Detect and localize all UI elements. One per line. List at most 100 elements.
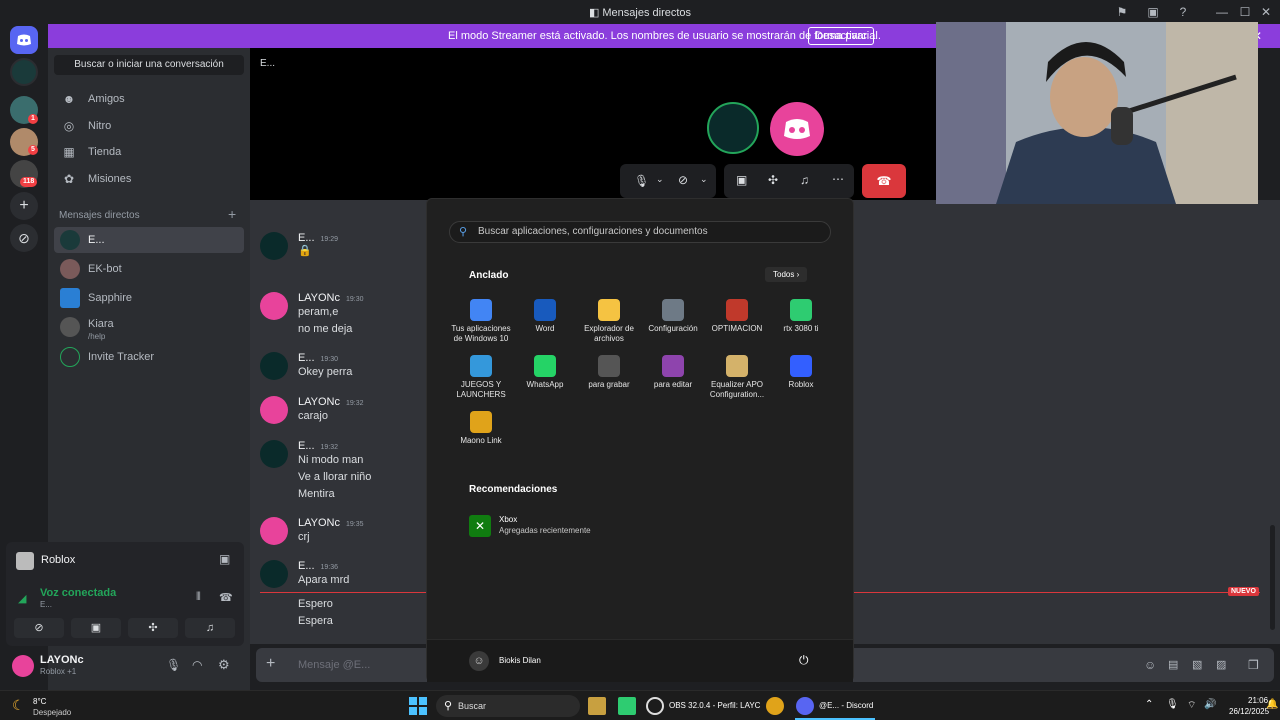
headphones-icon[interactable]: ◠: [192, 658, 202, 672]
dm-item[interactable]: Sapphire: [54, 285, 244, 311]
soundboard-icon[interactable]: ♫: [800, 173, 809, 187]
user-panel: LAYONc Roblox +1 🎙 ◠ ⚙: [6, 650, 244, 682]
hang-up-button[interactable]: ☎: [862, 164, 906, 198]
pinned-app[interactable]: Roblox: [769, 355, 833, 390]
inbox-icon[interactable]: ⚑: [1114, 4, 1130, 20]
clock-date[interactable]: 26/12/2025: [1229, 707, 1269, 716]
pinned-app[interactable]: rtx 3080 ti: [769, 299, 833, 334]
pinned-app[interactable]: OPTIMACION: [705, 299, 769, 334]
home-button[interactable]: [10, 26, 38, 54]
noise-suppression-icon[interactable]: ⦀: [196, 591, 201, 604]
app-icon[interactable]: [588, 697, 606, 715]
recommended-item[interactable]: ✕ Xbox Agregadas recientemente: [469, 514, 669, 538]
microphone-icon[interactable]: 🎙: [634, 174, 649, 188]
server-avatar[interactable]: [10, 58, 38, 86]
avatar[interactable]: [12, 655, 34, 677]
power-icon[interactable]: ⏻: [799, 653, 809, 668]
minimize-button[interactable]: —: [1214, 4, 1230, 20]
chevron-down-icon[interactable]: ⌄: [656, 174, 664, 185]
chevron-up-icon[interactable]: ⌃: [1145, 699, 1153, 710]
share-screen-icon[interactable]: ▣: [736, 173, 747, 187]
wifi-icon[interactable]: ⌔: [1187, 699, 1196, 712]
avatar[interactable]: [260, 517, 288, 545]
pinned-app[interactable]: Equalizer APO Configuration...: [705, 355, 769, 400]
volume-icon[interactable]: 🔊: [1204, 699, 1216, 710]
avatar[interactable]: [260, 352, 288, 380]
nav-quests[interactable]: ✿ Misiones: [54, 167, 244, 191]
nav-nitro[interactable]: ◎ Nitro: [54, 114, 244, 138]
microphone-icon[interactable]: 🎙: [1166, 699, 1179, 710]
activities-button[interactable]: ✣: [128, 618, 178, 638]
app-label: Word: [535, 324, 555, 333]
start-user-name[interactable]: Biokis Dilan: [499, 656, 541, 665]
weather-moon-icon[interactable]: ☾: [12, 697, 25, 714]
chevron-down-icon[interactable]: ⌄: [700, 174, 708, 185]
scrollbar[interactable]: [1270, 525, 1275, 630]
camera-off-button[interactable]: ⊘: [14, 618, 64, 638]
gif-icon[interactable]: ▤: [1168, 658, 1178, 671]
settings-gear-icon[interactable]: ⚙: [218, 657, 230, 673]
dm-item[interactable]: E...: [54, 227, 244, 253]
app-icon[interactable]: [618, 697, 636, 715]
pinned-app[interactable]: para grabar: [577, 355, 641, 390]
share-screen-button[interactable]: ▣: [71, 618, 121, 638]
avatar[interactable]: [260, 440, 288, 468]
gift-icon[interactable]: ❒: [1248, 658, 1259, 672]
discover-icon[interactable]: ⊘: [10, 224, 38, 252]
pinned-app[interactable]: Configuración: [641, 299, 705, 334]
help-icon[interactable]: ?: [1175, 4, 1191, 20]
emoji-icon[interactable]: ☺: [1144, 658, 1156, 672]
obs-icon[interactable]: [646, 697, 664, 715]
add-server-icon[interactable]: +: [10, 192, 38, 220]
maximize-button[interactable]: ☐: [1237, 4, 1253, 20]
close-button[interactable]: ✕: [1258, 4, 1274, 20]
taskbar-search[interactable]: ⚲ Buscar: [436, 695, 580, 717]
all-apps-button[interactable]: Todos ›: [765, 267, 808, 282]
avatar[interactable]: [260, 396, 288, 424]
pinned-app[interactable]: para editar: [641, 355, 705, 390]
nav-shop[interactable]: ▦ Tienda: [54, 140, 244, 164]
avatar[interactable]: [260, 292, 288, 320]
avatar[interactable]: [260, 560, 288, 588]
start-search-input[interactable]: ⚲ Buscar aplicaciones, configuraciones y…: [449, 221, 831, 243]
pinned-app[interactable]: Tus aplicaciones de Windows 10: [449, 299, 513, 344]
sticker-icon[interactable]: ▧: [1192, 658, 1202, 671]
participant-avatar[interactable]: [707, 102, 759, 154]
notifications-icon[interactable]: 🔔: [1266, 699, 1278, 710]
app-icon: [598, 355, 620, 377]
dm-item[interactable]: Invite Tracker: [54, 344, 244, 370]
nav-friends[interactable]: ☻ Amigos: [54, 87, 244, 111]
avatar[interactable]: [260, 232, 288, 260]
maono-icon[interactable]: [766, 697, 784, 715]
pinned-app[interactable]: Explorador de archivos: [577, 299, 641, 344]
new-dm-icon[interactable]: +: [228, 206, 236, 222]
pinned-app[interactable]: Maono Link: [449, 411, 513, 446]
camera-off-icon[interactable]: ⊘: [678, 173, 688, 187]
stream-icon[interactable]: ▣: [219, 552, 230, 566]
more-icon[interactable]: ⋯: [832, 172, 844, 186]
activities-icon[interactable]: ✣: [768, 173, 778, 187]
discord-icon[interactable]: [796, 697, 814, 715]
disable-streamer-button[interactable]: Desactivar: [808, 27, 874, 45]
image-icon[interactable]: ▨: [1216, 658, 1226, 671]
message-input[interactable]: Mensaje @E...: [298, 659, 370, 671]
user-icon[interactable]: ☺: [469, 651, 489, 671]
microphone-icon[interactable]: 🎙: [166, 658, 181, 672]
soundboard-button[interactable]: ♫: [185, 618, 235, 638]
dm-item[interactable]: EK-bot: [54, 256, 244, 282]
participant-avatar[interactable]: [770, 102, 824, 156]
discord-task[interactable]: @E... - Discord: [819, 701, 873, 710]
pinned-app[interactable]: JUEGOS Y LAUNCHERS: [449, 355, 513, 400]
pinned-app[interactable]: WhatsApp: [513, 355, 577, 390]
disconnect-icon[interactable]: ☎: [219, 591, 233, 604]
pinned-app[interactable]: Word: [513, 299, 577, 334]
dm-item[interactable]: Kiara/help: [54, 314, 244, 341]
weather-temp[interactable]: 8°C: [33, 697, 46, 706]
search-conversation-button[interactable]: Buscar o iniciar una conversación: [54, 55, 244, 75]
screen-icon[interactable]: ▣: [1145, 4, 1161, 20]
add-attachment-icon[interactable]: +: [266, 655, 275, 673]
obs-task[interactable]: OBS 32.0.4 - Perfil: LAYC: [669, 701, 760, 710]
signal-icon[interactable]: ◢: [18, 592, 26, 605]
voice-status[interactable]: Voz conectada: [40, 587, 116, 599]
windows-start-icon[interactable]: [408, 696, 428, 716]
